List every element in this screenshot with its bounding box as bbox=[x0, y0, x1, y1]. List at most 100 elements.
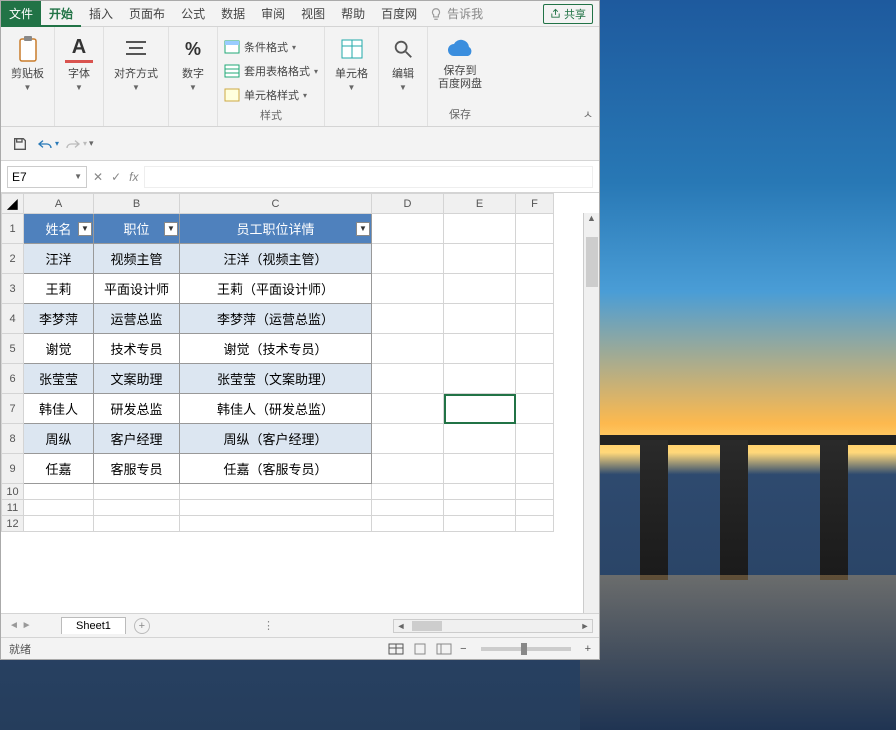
add-sheet-button[interactable]: + bbox=[134, 618, 150, 634]
cell[interactable]: 谢觉（技术专员） bbox=[180, 334, 372, 364]
cell[interactable] bbox=[444, 516, 516, 532]
cell-E7-selected[interactable] bbox=[444, 394, 516, 424]
cell[interactable] bbox=[516, 364, 554, 394]
cell[interactable] bbox=[516, 454, 554, 484]
tab-review[interactable]: 审阅 bbox=[253, 1, 293, 27]
cancel-formula-button[interactable]: ✕ bbox=[93, 170, 103, 184]
col-header-A[interactable]: A bbox=[24, 194, 94, 214]
cell[interactable]: 王莉 bbox=[24, 274, 94, 304]
cell[interactable] bbox=[372, 500, 444, 516]
cell[interactable] bbox=[444, 214, 516, 244]
cell[interactable] bbox=[372, 334, 444, 364]
row-header[interactable]: 3 bbox=[2, 274, 24, 304]
scroll-right-button[interactable]: ► bbox=[578, 619, 592, 633]
filter-button[interactable]: ▼ bbox=[164, 222, 178, 236]
redo-button[interactable]: ▾ bbox=[65, 133, 87, 155]
col-header-E[interactable]: E bbox=[444, 194, 516, 214]
sheet-tab[interactable]: Sheet1 bbox=[61, 617, 126, 634]
page-break-view-button[interactable] bbox=[436, 643, 452, 655]
select-all-corner[interactable]: ◢ bbox=[2, 194, 24, 214]
cell[interactable] bbox=[372, 516, 444, 532]
tab-pagelayout[interactable]: 页面布 bbox=[121, 1, 173, 27]
scroll-thumb[interactable] bbox=[586, 237, 598, 287]
cell[interactable] bbox=[444, 364, 516, 394]
table-format-button[interactable]: 套用表格格式▾ bbox=[224, 61, 318, 81]
formula-input[interactable] bbox=[144, 166, 593, 188]
zoom-out-button[interactable]: − bbox=[460, 643, 466, 655]
name-box[interactable]: E7 ▼ bbox=[7, 166, 87, 188]
cell[interactable]: 周纵 bbox=[24, 424, 94, 454]
cell-B1[interactable]: 职位▼ bbox=[94, 214, 180, 244]
cell-style-button[interactable]: 单元格样式▾ bbox=[224, 85, 318, 105]
cell[interactable] bbox=[516, 304, 554, 334]
cell[interactable] bbox=[372, 394, 444, 424]
cell[interactable]: 李梦萍（运营总监） bbox=[180, 304, 372, 334]
cell[interactable] bbox=[372, 244, 444, 274]
tab-insert[interactable]: 插入 bbox=[81, 1, 121, 27]
cell[interactable]: 王莉（平面设计师） bbox=[180, 274, 372, 304]
tab-formulas[interactable]: 公式 bbox=[173, 1, 213, 27]
normal-view-button[interactable] bbox=[388, 643, 404, 655]
cell[interactable]: 谢觉 bbox=[24, 334, 94, 364]
tab-baidu[interactable]: 百度网 bbox=[373, 1, 425, 27]
cell[interactable] bbox=[180, 484, 372, 500]
tab-data[interactable]: 数据 bbox=[213, 1, 253, 27]
cell[interactable] bbox=[444, 484, 516, 500]
cell[interactable]: 韩佳人 bbox=[24, 394, 94, 424]
scroll-left-button[interactable]: ◄ bbox=[394, 619, 408, 633]
cell[interactable] bbox=[516, 334, 554, 364]
cell[interactable] bbox=[94, 484, 180, 500]
tab-home[interactable]: 开始 bbox=[41, 1, 81, 27]
cell[interactable]: 任嘉 bbox=[24, 454, 94, 484]
row-header[interactable]: 12 bbox=[2, 516, 24, 532]
filter-button[interactable]: ▼ bbox=[356, 222, 370, 236]
cell[interactable]: 张莹莹（文案助理） bbox=[180, 364, 372, 394]
editing-button[interactable]: 编辑 ▼ bbox=[385, 33, 421, 94]
col-header-D[interactable]: D bbox=[372, 194, 444, 214]
zoom-slider[interactable] bbox=[481, 647, 571, 651]
cell[interactable] bbox=[372, 304, 444, 334]
cell[interactable] bbox=[444, 500, 516, 516]
cell[interactable] bbox=[516, 244, 554, 274]
tell-me[interactable]: 告诉我 bbox=[429, 5, 483, 22]
cell[interactable] bbox=[516, 484, 554, 500]
cells-button[interactable]: 单元格 ▼ bbox=[331, 33, 372, 94]
cell[interactable] bbox=[516, 500, 554, 516]
row-header[interactable]: 4 bbox=[2, 304, 24, 334]
cell[interactable] bbox=[180, 516, 372, 532]
collapse-ribbon-button[interactable]: ㅅ bbox=[583, 106, 593, 122]
undo-button[interactable]: ▾ bbox=[37, 133, 59, 155]
cell[interactable] bbox=[24, 516, 94, 532]
cell[interactable]: 客户经理 bbox=[94, 424, 180, 454]
font-button[interactable]: A 字体 ▼ bbox=[61, 33, 97, 94]
row-header[interactable]: 10 bbox=[2, 484, 24, 500]
tab-help[interactable]: 帮助 bbox=[333, 1, 373, 27]
row-header[interactable]: 6 bbox=[2, 364, 24, 394]
cell[interactable]: 运营总监 bbox=[94, 304, 180, 334]
cell[interactable] bbox=[94, 500, 180, 516]
cell[interactable] bbox=[180, 500, 372, 516]
cell[interactable] bbox=[516, 394, 554, 424]
cell[interactable] bbox=[444, 424, 516, 454]
share-button[interactable]: 共享 bbox=[543, 4, 593, 24]
cell[interactable] bbox=[444, 454, 516, 484]
cell[interactable]: 技术专员 bbox=[94, 334, 180, 364]
cell[interactable] bbox=[24, 484, 94, 500]
page-layout-view-button[interactable] bbox=[412, 643, 428, 655]
cell[interactable]: 平面设计师 bbox=[94, 274, 180, 304]
cell[interactable] bbox=[444, 274, 516, 304]
cell[interactable] bbox=[94, 516, 180, 532]
cell[interactable] bbox=[372, 274, 444, 304]
cell[interactable] bbox=[516, 516, 554, 532]
zoom-thumb[interactable] bbox=[521, 643, 527, 655]
cell[interactable]: 文案助理 bbox=[94, 364, 180, 394]
cell[interactable]: 客服专员 bbox=[94, 454, 180, 484]
row-header[interactable]: 1 bbox=[2, 214, 24, 244]
col-header-B[interactable]: B bbox=[94, 194, 180, 214]
number-button[interactable]: % 数字 ▼ bbox=[175, 33, 211, 94]
filter-button[interactable]: ▼ bbox=[78, 222, 92, 236]
row-header[interactable]: 5 bbox=[2, 334, 24, 364]
alignment-button[interactable]: 对齐方式 ▼ bbox=[110, 33, 162, 94]
row-header[interactable]: 9 bbox=[2, 454, 24, 484]
cell[interactable] bbox=[516, 274, 554, 304]
